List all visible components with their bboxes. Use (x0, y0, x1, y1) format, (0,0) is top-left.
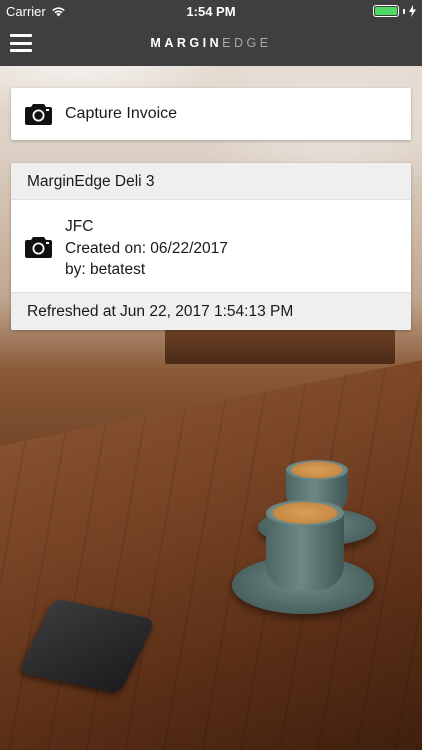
store-header: MarginEdge Deli 3 (11, 163, 411, 200)
logo-edge: EDGE (222, 36, 272, 50)
logo-margin: MARGIN (150, 36, 223, 50)
refresh-timestamp: Refreshed at Jun 22, 2017 1:54:13 PM (27, 303, 294, 320)
invoice-list-item[interactable]: JFC Created on: 06/22/2017 by: betatest (11, 200, 411, 292)
store-card: MarginEdge Deli 3 JFC Created on: 06/22/… (11, 163, 411, 330)
camera-icon (25, 237, 52, 258)
background-cup-back-rim (286, 460, 348, 480)
store-name: MarginEdge Deli 3 (27, 173, 155, 190)
background-cup-front-rim (266, 500, 344, 526)
background-bench (165, 330, 395, 364)
capture-invoice-label: Capture Invoice (65, 105, 178, 122)
refresh-footer: Refreshed at Jun 22, 2017 1:54:13 PM (11, 292, 411, 330)
status-right (373, 5, 416, 17)
status-time: 1:54 PM (186, 4, 236, 19)
invoice-created-by: by: betatest (65, 261, 146, 278)
status-bar: Carrier 1:54 PM (0, 0, 422, 22)
battery-icon (373, 5, 399, 17)
battery-level (375, 7, 397, 15)
invoice-created-date: Created on: 06/22/2017 (65, 240, 228, 257)
battery-tip (403, 8, 405, 14)
nav-bar: MARGINEDGE (0, 22, 422, 66)
app-logo: MARGINEDGE (0, 36, 422, 50)
charging-icon (409, 5, 416, 17)
invoice-vendor: JFC (65, 218, 94, 235)
camera-icon (25, 104, 52, 125)
capture-invoice-button[interactable]: Capture Invoice (11, 88, 411, 140)
